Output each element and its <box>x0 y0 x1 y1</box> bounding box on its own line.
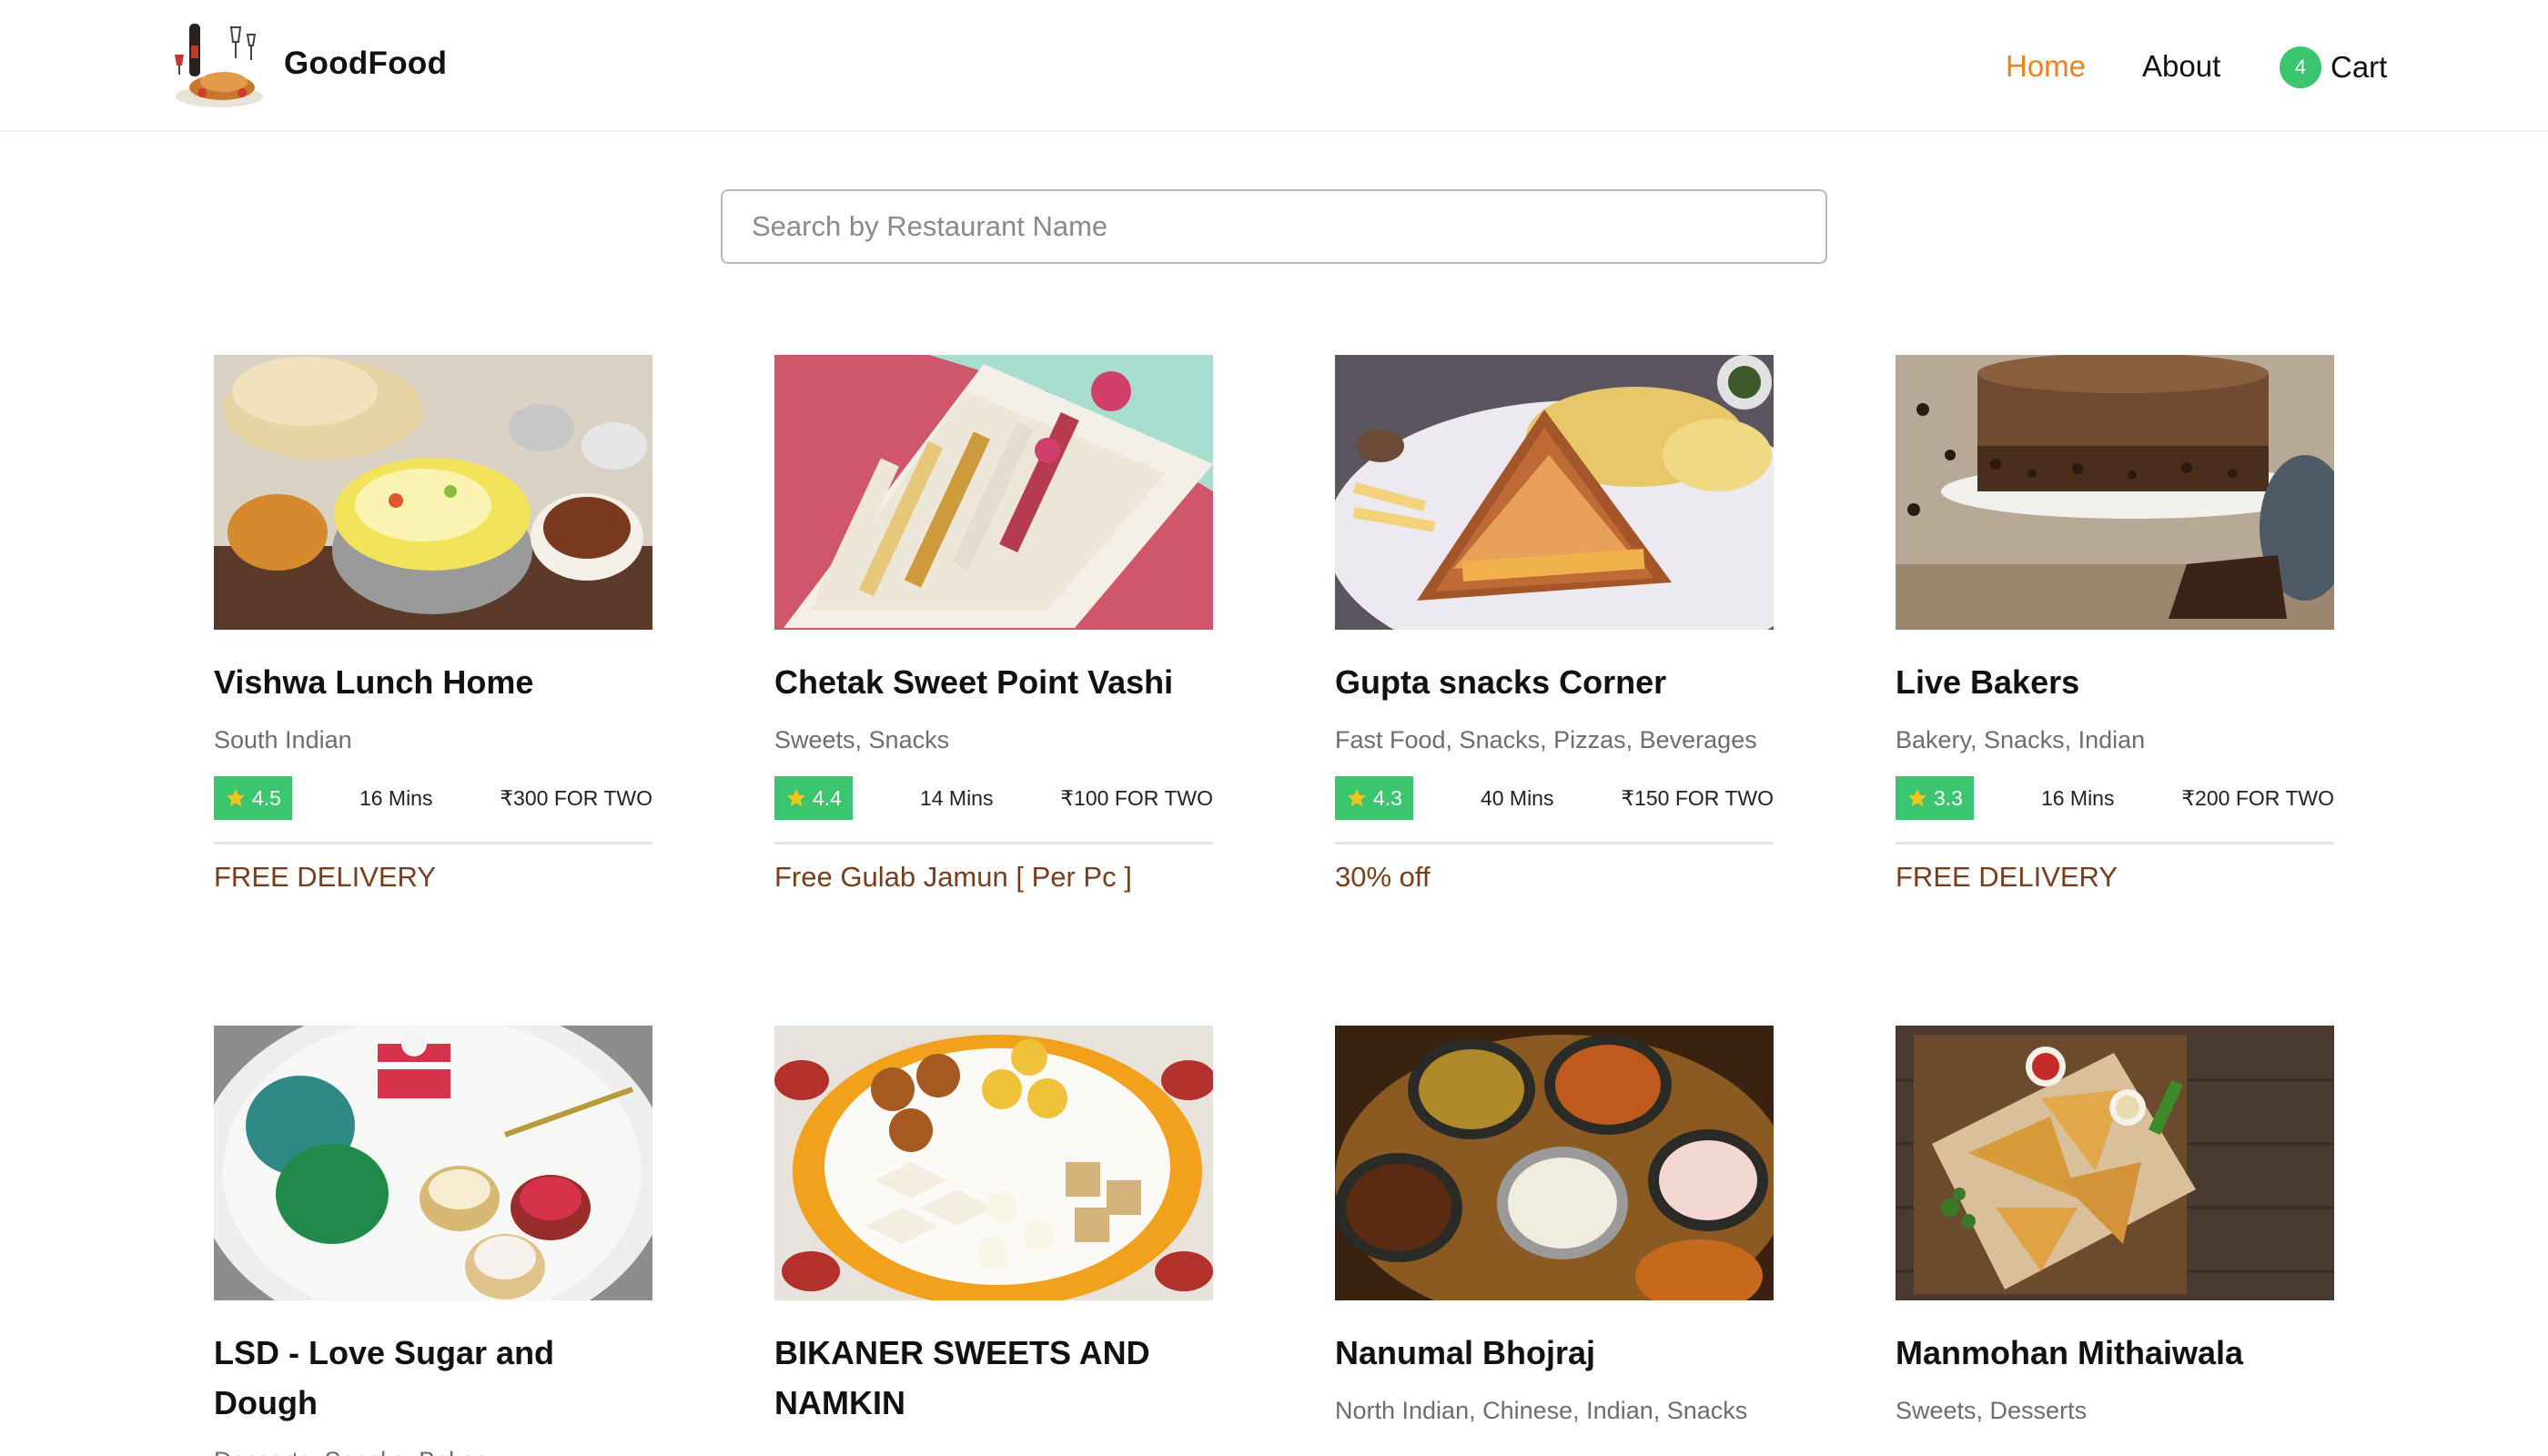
restaurant-image[interactable] <box>1335 355 1774 630</box>
cost-for-two: ₹200 FOR TWO <box>2181 785 2334 810</box>
restaurant-name[interactable]: Manmohan Mithaiwala <box>1896 1328 2334 1378</box>
rating-value: 4.5 <box>252 785 281 810</box>
restaurant-cuisines: Sweets, Snacks <box>774 726 950 753</box>
nav-cart-link[interactable]: 4 Cart <box>2280 46 2387 89</box>
restaurant-image[interactable] <box>214 1026 652 1300</box>
delivery-time: 40 Mins <box>1480 785 1554 810</box>
brand-name[interactable]: GoodFood <box>284 46 447 82</box>
cart-count-badge: 4 <box>2280 46 2321 88</box>
restaurant-image[interactable] <box>1896 355 2334 630</box>
restaurant-card[interactable]: Gupta snacks Corner Fast Food, Snacks, P… <box>1335 355 1774 897</box>
restaurant-image[interactable] <box>214 355 652 630</box>
star-icon <box>787 789 805 807</box>
delivery-time: 16 Mins <box>2040 785 2115 810</box>
restaurant-name[interactable]: Chetak Sweet Point Vashi <box>774 657 1213 707</box>
restaurant-image[interactable] <box>1335 1026 1774 1300</box>
restaurant-cuisines: Sweets, Desserts <box>1896 1397 2088 1424</box>
offer-text: FREE DELIVERY <box>214 861 437 893</box>
restaurant-name[interactable]: Vishwa Lunch Home <box>214 657 652 707</box>
cost-for-two: ₹100 FOR TWO <box>1060 785 1213 810</box>
restaurant-card[interactable]: Live Bakers Bakery, Snacks, Indian 3.3 1… <box>1896 355 2334 897</box>
restaurant-meta: 4.4 14 Mins ₹100 FOR TWO <box>774 776 1213 820</box>
restaurant-meta: 3.3 16 Mins ₹200 FOR TWO <box>1896 776 2334 820</box>
restaurant-card[interactable]: LSD - Love Sugar and Dough Desserts, Sna… <box>214 1026 652 1456</box>
restaurant-card[interactable]: Nanumal Bhojraj North Indian, Chinese, I… <box>1335 1026 1774 1427</box>
rating-badge: 3.3 <box>1896 776 1974 820</box>
star-icon <box>227 789 245 807</box>
rating-badge: 4.4 <box>774 776 853 820</box>
offer-text: FREE DELIVERY <box>1896 861 2118 893</box>
delivery-time: 14 Mins <box>919 785 994 810</box>
restaurant-cuisines: Bakery, Snacks, Indian <box>1896 726 2146 753</box>
rating-value: 3.3 <box>1934 785 1963 810</box>
rating-value: 4.4 <box>813 785 842 810</box>
divider <box>774 842 1213 844</box>
nav-home-link[interactable]: Home <box>2006 49 2086 84</box>
restaurant-card[interactable]: Manmohan Mithaiwala Sweets, Desserts <box>1896 1026 2334 1427</box>
restaurant-cuisines: South Indian <box>214 726 352 753</box>
restaurant-name[interactable]: Nanumal Bhojraj <box>1335 1328 1774 1378</box>
restaurant-image[interactable] <box>774 1026 1213 1300</box>
rating-value: 4.3 <box>1373 785 1402 810</box>
goodfood-logo[interactable] <box>169 18 266 111</box>
restaurant-cuisines: Desserts, Snacks, Bakery <box>214 1444 652 1456</box>
cart-label: Cart <box>2331 50 2388 84</box>
restaurant-name[interactable]: Gupta snacks Corner <box>1335 657 1774 707</box>
restaurant-card[interactable]: Chetak Sweet Point Vashi Sweets, Snacks … <box>774 355 1213 897</box>
restaurant-card[interactable]: BIKANER SWEETS AND NAMKIN <box>774 1026 1213 1444</box>
rating-badge: 4.3 <box>1335 776 1413 820</box>
offer-text: Free Gulab Jamun [ Per Pc ] <box>774 861 1132 893</box>
offer-text: 30% off <box>1335 861 1431 893</box>
star-icon <box>1348 789 1366 807</box>
divider <box>1896 842 2334 844</box>
divider <box>1335 842 1774 844</box>
delivery-time: 16 Mins <box>359 785 433 810</box>
restaurant-name[interactable]: Live Bakers <box>1896 657 2334 707</box>
restaurant-card[interactable]: Vishwa Lunch Home South Indian 4.5 16 Mi… <box>214 355 652 897</box>
restaurant-name[interactable]: BIKANER SWEETS AND NAMKIN <box>774 1328 1213 1428</box>
star-icon <box>1908 789 1926 807</box>
cost-for-two: ₹300 FOR TWO <box>500 785 652 810</box>
restaurant-cuisines: North Indian, Chinese, Indian, Snacks <box>1335 1397 1748 1424</box>
restaurant-cuisines: Fast Food, Snacks, Pizzas, Beverages <box>1335 726 1757 753</box>
cost-for-two: ₹150 FOR TWO <box>1621 785 1774 810</box>
divider <box>214 842 652 844</box>
nav-about-link[interactable]: About <box>2142 49 2220 84</box>
restaurant-meta: 4.3 40 Mins ₹150 FOR TWO <box>1335 776 1774 820</box>
top-navbar: GoodFood Home About 4 Cart <box>0 0 2548 132</box>
restaurant-name[interactable]: LSD - Love Sugar and Dough <box>214 1328 652 1428</box>
restaurant-search-input[interactable] <box>721 189 1827 264</box>
restaurant-meta: 4.5 16 Mins ₹300 FOR TWO <box>214 776 652 820</box>
restaurant-image[interactable] <box>1896 1026 2334 1300</box>
restaurant-image[interactable] <box>774 355 1213 630</box>
rating-badge: 4.5 <box>214 776 292 820</box>
